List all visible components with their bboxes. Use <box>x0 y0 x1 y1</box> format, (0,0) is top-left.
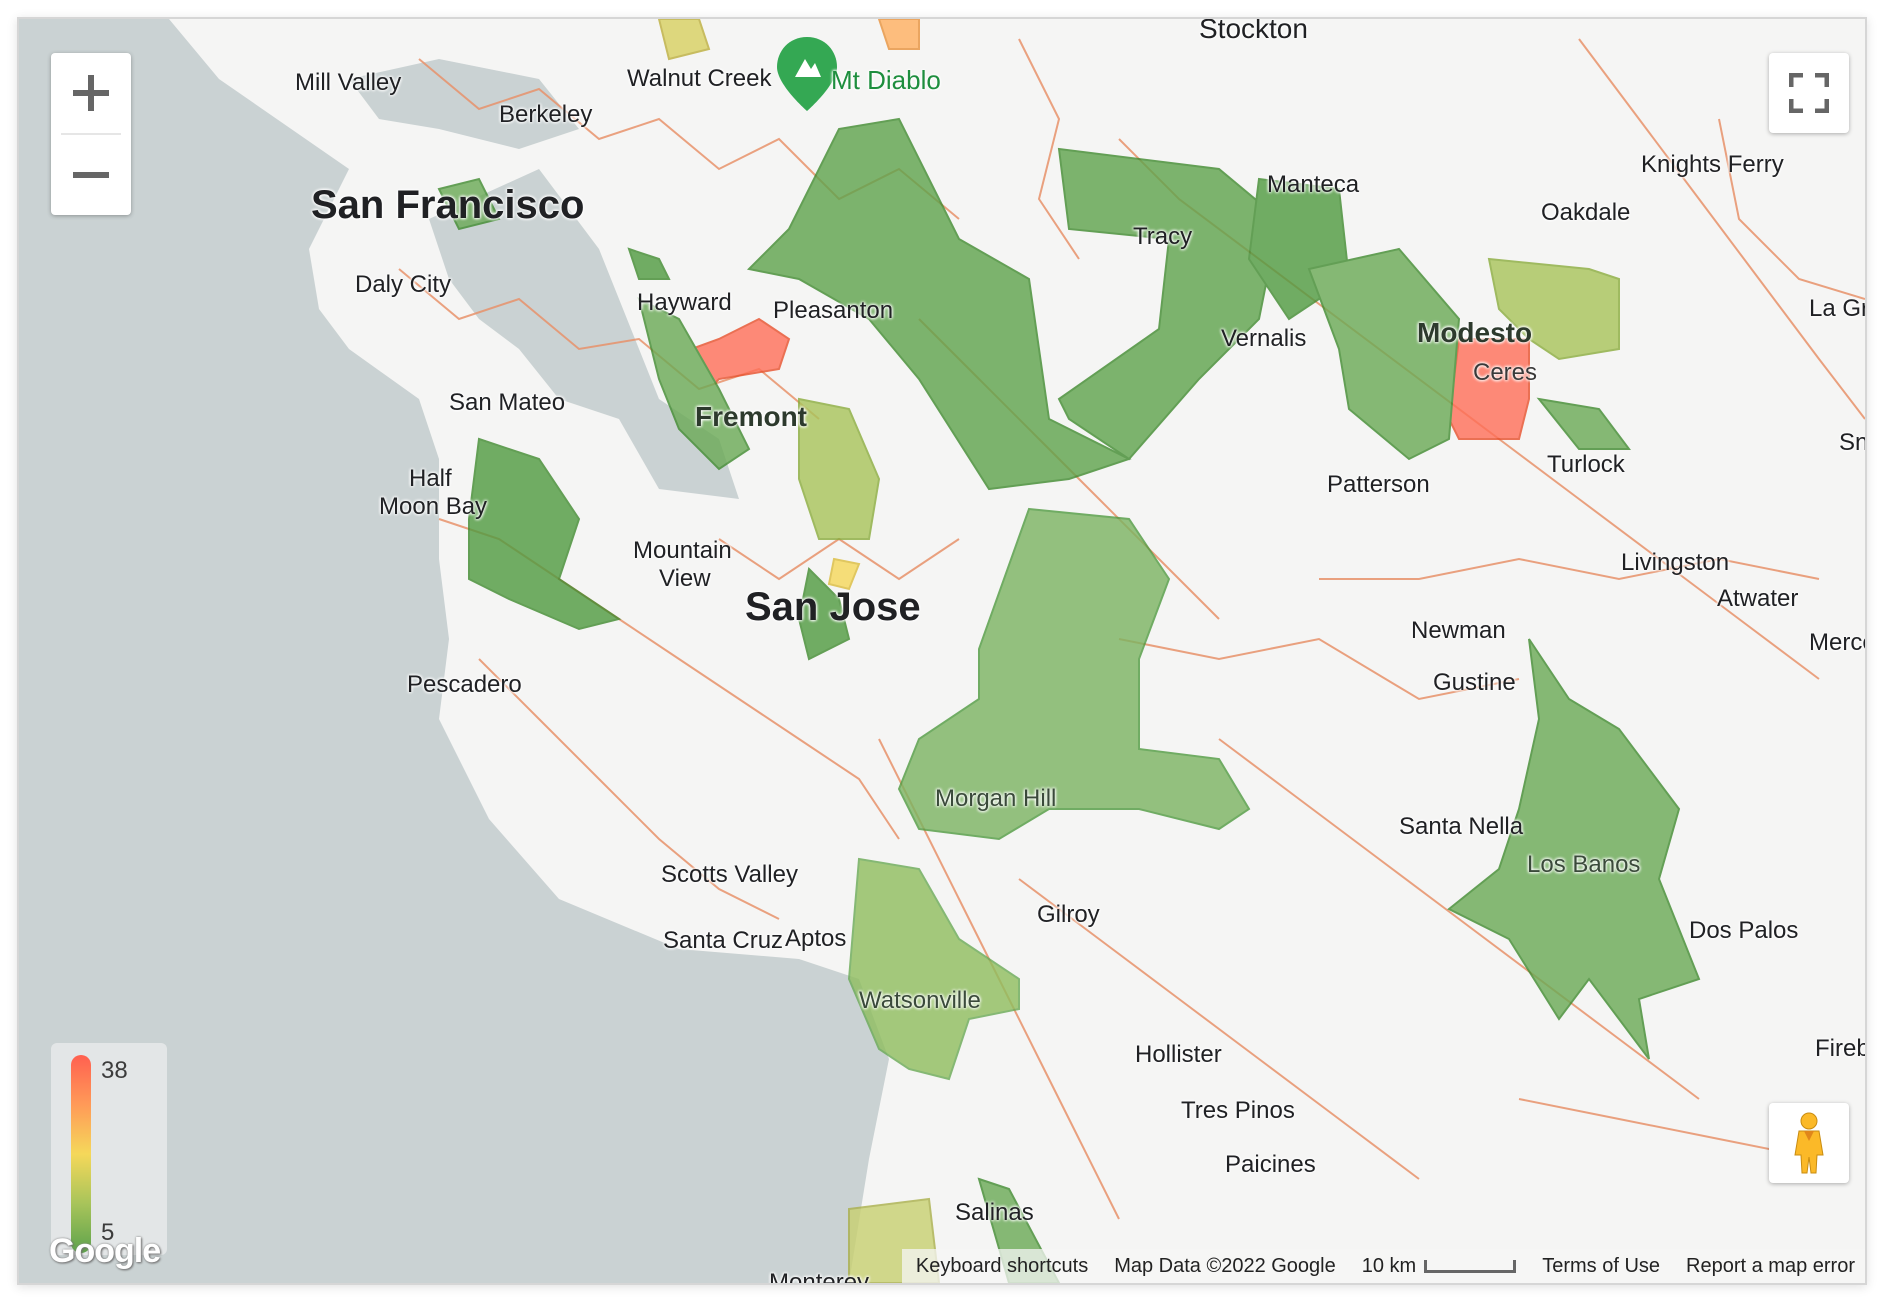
map-label: Mountain <box>633 537 732 564</box>
map-label: Merce <box>1809 629 1865 656</box>
map-label: Atwater <box>1717 585 1799 612</box>
map-label-city: Fremont <box>695 401 807 432</box>
map-label: Vernalis <box>1221 325 1307 352</box>
fullscreen-button[interactable] <box>1769 53 1849 133</box>
map-label: Gilroy <box>1037 901 1100 928</box>
google-logo: Google <box>49 1232 161 1270</box>
minus-icon <box>73 172 109 178</box>
map-label: Tres Pinos <box>1181 1097 1295 1124</box>
map-label: Walnut Creek <box>627 65 772 92</box>
map-label: Santa Cruz <box>663 927 784 954</box>
map-label: Turlock <box>1547 451 1625 478</box>
map-label: Gustine <box>1433 669 1516 696</box>
map-label-city: San Jose <box>745 585 921 629</box>
pegman-icon <box>1794 1112 1824 1174</box>
region-north-orange <box>877 19 920 50</box>
map-label: Dos Palos <box>1689 917 1799 944</box>
scale-label: 10 km <box>1361 1254 1417 1277</box>
region-north-yellow <box>657 19 711 61</box>
map-label: Manteca <box>1267 171 1360 198</box>
keyboard-shortcuts-link[interactable]: Keyboard shortcuts <box>916 1255 1088 1278</box>
map-label: Salinas <box>955 1199 1034 1226</box>
map-label: Stockton <box>1199 17 1308 44</box>
map-label: Hollister <box>1135 1041 1222 1068</box>
scale-bar <box>1424 1259 1517 1273</box>
zoom-out-button[interactable] <box>51 135 131 215</box>
map-label-poi[interactable]: Mt Diablo <box>831 67 941 93</box>
map-label: Daly City <box>355 271 452 298</box>
map-label: Berkeley <box>499 101 593 128</box>
map-label: Pescadero <box>407 671 522 698</box>
region-hayward <box>627 247 671 280</box>
map-label: Patterson <box>1327 471 1430 498</box>
region-modesto <box>1307 247 1461 461</box>
map-data-attribution: Map Data ©2022 Google <box>1114 1254 1336 1277</box>
map-label: La Gra <box>1809 295 1865 322</box>
map-label: Morgan Hill <box>935 785 1057 812</box>
report-map-error-link[interactable]: Report a map error <box>1686 1255 1855 1278</box>
map-label: Livingston <box>1621 549 1730 576</box>
zoom-in-button[interactable] <box>51 53 131 133</box>
region-los-banos <box>1447 638 1701 1060</box>
legend-gradient-bar <box>71 1055 91 1253</box>
region-turlock <box>1536 397 1631 450</box>
map-label: Oakdale <box>1541 199 1631 226</box>
map-label: Knights Ferry <box>1641 151 1784 178</box>
map-label: Pleasanton <box>773 297 894 324</box>
map-label: Sne <box>1839 429 1865 456</box>
map-label: Newman <box>1411 617 1506 644</box>
map-label: Scotts Valley <box>661 861 798 888</box>
map-label: San Mateo <box>449 389 566 416</box>
map-label: Tracy <box>1133 223 1193 250</box>
map-footer: Keyboard shortcuts Map Data ©2022 Google… <box>901 1249 1865 1283</box>
map-label: Half <box>409 465 452 492</box>
map-label: Watsonville <box>859 987 981 1014</box>
map-label: Mill Valley <box>295 69 402 96</box>
map-container: Mill Valley Berkeley Walnut Creek Mt Dia… <box>17 17 1867 1285</box>
fullscreen-icon <box>1789 73 1829 113</box>
region-ceres-high <box>1447 338 1530 440</box>
street-view-pegman-button[interactable] <box>1769 1103 1849 1183</box>
legend-max-value: 38 <box>101 1057 128 1084</box>
zoom-controls <box>51 53 131 215</box>
region-milpitas-light <box>798 397 881 540</box>
map-label: Hayward <box>637 289 732 316</box>
map-label: View <box>659 565 711 592</box>
mt-diablo-pin-icon[interactable] <box>777 37 837 111</box>
region-vernalis <box>1057 147 1281 461</box>
map-label: Ceres <box>1473 359 1538 386</box>
map-label: Aptos <box>785 925 847 952</box>
map-label: Fireba <box>1815 1035 1865 1062</box>
plus-icon <box>73 75 109 111</box>
terms-of-use-link[interactable]: Terms of Use <box>1542 1255 1660 1278</box>
color-legend: 38 5 <box>51 1043 167 1255</box>
map-label: Los Banos <box>1527 851 1641 878</box>
scale-indicator[interactable]: 10 km <box>1361 1254 1517 1278</box>
map-label-city: Modesto <box>1417 317 1533 348</box>
map-label: Paicines <box>1225 1151 1316 1178</box>
map-label-city: San Francisco <box>311 183 585 227</box>
region-half-moon-bay <box>468 437 622 631</box>
map-label: Santa Nella <box>1399 813 1524 840</box>
map-label: Moon Bay <box>379 493 488 520</box>
map-label: Monterey <box>769 1269 870 1285</box>
